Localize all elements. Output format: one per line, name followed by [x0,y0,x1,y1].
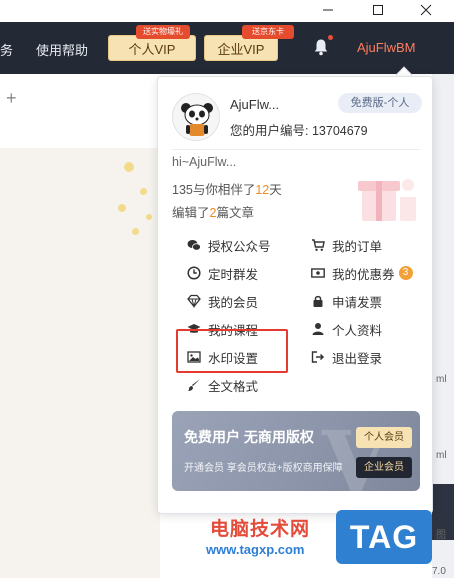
promo-subtitle: 开通会员 享会员权益+版权商用保障 [184,463,343,474]
user-dropdown-panel: AjuFlw... 免费版-个人 您的用户编号: 13704679 hi~Aju… [157,76,433,514]
site-watermark-url: www.tagxp.com [206,542,305,557]
minimize-button[interactable] [308,0,348,20]
side-label: ml [436,374,447,385]
menu-full-text-format[interactable]: 全文格式 [186,375,258,395]
add-tab-button[interactable]: + [6,88,17,109]
notification-dot [328,35,333,40]
days-prefix: 135与你相伴了 [172,183,256,197]
greeting-text: hi~AjuFlw... [172,155,237,169]
brush-icon [186,377,202,393]
menu-label: 我的会员 [208,295,259,310]
decorative-petal [146,214,152,220]
divider [172,149,420,150]
menu-label: 定时群发 [208,267,259,282]
side-label: 图 [436,530,446,541]
avatar[interactable] [172,93,220,141]
site-watermark-text: 电脑技术网 [210,519,311,540]
coupon-count-badge: 3 [398,266,413,280]
window-titlebar [0,0,454,22]
nav-item-help[interactable]: 使用帮助 [36,40,88,59]
diamond-icon [186,293,202,309]
decorative-petal [124,162,134,172]
minimize-icon [323,9,333,11]
maximize-icon [373,5,383,15]
lock-icon [310,293,326,309]
nav-item-cut[interactable]: 务 [0,40,13,59]
close-button[interactable] [406,0,446,20]
cart-icon [310,237,326,253]
gift-illustration-icon [358,179,416,221]
menu-request-invoice[interactable]: 申请发票 [310,291,382,311]
menu-label: 退出登录 [332,351,383,366]
user-id: 您的用户编号: 13704679 [230,120,368,139]
menu-scheduled-send[interactable]: 定时群发 [186,263,258,283]
menu-label: 授权公众号 [208,239,271,254]
user-id-label: 您的用户编号: [230,124,309,138]
days-suffix: 天 [269,183,282,197]
nav-username[interactable]: AjuFlwBM [357,40,416,55]
decorative-petal [118,204,126,212]
right-side-strip: ml ml 图 [432,74,454,578]
bell-icon[interactable] [313,38,329,56]
tag-logo: TAG [336,510,432,564]
maximize-button[interactable] [358,0,398,20]
wechat-icon [186,237,202,253]
menu-label: 全文格式 [208,379,259,394]
side-label: ml [436,450,447,461]
personal-member-button[interactable]: 个人会员 [356,427,412,448]
menu-label: 个人资料 [332,323,383,338]
decorative-petal [132,228,139,235]
promo-watermark-icon: V [322,413,389,491]
menu-label: 申请发票 [332,295,383,310]
logout-icon [310,349,326,365]
menu-my-orders[interactable]: 我的订单 [310,235,382,255]
enterprise-vip-badge: 送京东卡 [242,25,294,39]
menu-label: 我的订单 [332,239,383,254]
editor-background [0,148,160,578]
menu-my-coupons[interactable]: 我的优惠券 3 [310,263,413,283]
red-highlight-frame [176,329,288,373]
user-id-value: 13704679 [311,124,368,138]
articles-edited: 编辑了2篇文章 [172,202,254,221]
menu-my-membership[interactable]: 我的会员 [186,291,258,311]
menu-authorize-account[interactable]: 授权公众号 [186,235,271,255]
personal-vip-badge: 送实物壕礼 [136,25,190,39]
top-navigation: 务 使用帮助 个人VIP 送实物壕礼 企业VIP 送京东卡 AjuFlwBM [0,22,454,74]
days-count: 12 [255,183,270,197]
coupon-icon [310,265,326,281]
clock-icon [186,265,202,281]
articles-suffix: 篇文章 [216,206,254,220]
menu-personal-profile[interactable]: 个人资料 [310,319,382,339]
membership-promo-card[interactable]: V 免费用户 无商用版权 开通会员 享会员权益+版权商用保障 个人会员 企业会员 [172,411,420,491]
articles-prefix: 编辑了 [172,206,210,220]
panda-avatar-icon [173,94,219,140]
enterprise-member-button[interactable]: 企业会员 [356,457,412,478]
decorative-petal [140,188,147,195]
panel-username: AjuFlw... [230,97,280,112]
menu-logout[interactable]: 退出登录 [310,347,382,367]
menu-label: 我的优惠券 [332,267,395,282]
plan-badge[interactable]: 免费版-个人 [338,93,422,113]
side-label: 7.0 [432,566,446,577]
promo-title: 免费用户 无商用版权 [184,429,314,445]
user-icon [310,321,326,337]
close-icon [420,4,432,16]
days-together: 135与你相伴了12天 [172,179,282,198]
